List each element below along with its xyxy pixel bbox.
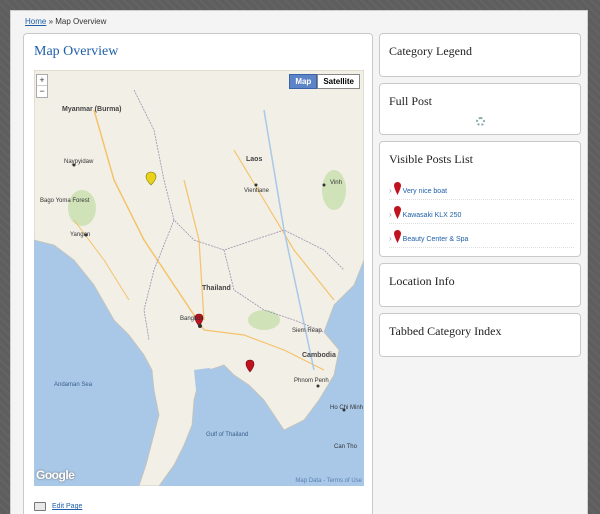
post-link[interactable]: Very nice boat <box>403 188 447 195</box>
loading-spinner-icon <box>476 117 485 126</box>
category-legend-panel: Category Legend <box>379 33 581 77</box>
list-item[interactable]: › Beauty Center & Spa <box>389 224 574 248</box>
location-info-title: Location Info <box>389 274 455 288</box>
breadcrumb-home-link[interactable]: Home <box>25 17 46 26</box>
map-pin-icon <box>393 230 401 243</box>
chevron-right-icon: › <box>389 210 392 219</box>
label-phnom-penh: Phnom Penh <box>294 378 329 384</box>
breadcrumb-current: Map Overview <box>55 17 107 26</box>
edit-page-icon <box>34 502 46 511</box>
label-vinh: Vinh <box>330 180 342 186</box>
page-title: Map Overview <box>34 44 119 59</box>
city-dot <box>316 384 320 388</box>
map-attribution-link[interactable]: Map Data - Terms of Use <box>295 478 362 484</box>
chevron-right-icon: › <box>389 234 392 243</box>
label-myanmar: Myanmar (Burma) <box>62 106 122 113</box>
tabbed-category-index-title: Tabbed Category Index <box>389 324 502 338</box>
label-siem-reap: Siem Reap <box>292 328 322 334</box>
post-link[interactable]: Kawasaki KLX 250 <box>403 212 462 219</box>
visible-posts-panel: Visible Posts List › Very nice boat › Ka… <box>379 141 581 257</box>
forest-area <box>322 170 346 210</box>
chevron-right-icon: › <box>389 186 392 195</box>
label-gulf-of-thailand: Gulf of Thailand <box>206 432 249 438</box>
full-post-panel: Full Post <box>379 83 581 135</box>
list-item[interactable]: › Very nice boat <box>389 176 574 200</box>
full-post-title: Full Post <box>389 94 433 108</box>
land-mass <box>34 70 364 486</box>
breadcrumb: Home » Map Overview <box>25 17 106 26</box>
visible-posts-list: › Very nice boat › Kawasaki KLX 250 › Be… <box>389 176 574 248</box>
page-container: Home » Map Overview Map Overview Myanmar… <box>10 10 588 514</box>
label-yangon: Yangon <box>70 232 91 238</box>
label-can-tho: Can Tho <box>334 444 357 450</box>
label-ho-chi-minh: Ho Chi Minh <box>330 405 364 411</box>
label-naypyidaw: Naypyidaw <box>64 159 94 165</box>
map-type-map-button[interactable]: Map <box>289 74 318 89</box>
map-type-satellite-button[interactable]: Satellite <box>317 74 360 89</box>
map-canvas[interactable]: Myanmar (Burma) Naypyidaw Bago Yoma Fore… <box>34 70 364 486</box>
edit-page-link[interactable]: Edit Page <box>52 503 82 510</box>
google-logo: Google <box>36 468 75 482</box>
tabbed-category-index-panel: Tabbed Category Index <box>379 313 581 357</box>
zoom-control: + − <box>36 74 48 98</box>
label-vientiane: Vientiane <box>244 188 269 194</box>
breadcrumb-separator: » <box>48 17 54 26</box>
post-link[interactable]: Beauty Center & Spa <box>403 236 469 243</box>
map-type-control: Map Satellite <box>289 74 360 89</box>
category-legend-title: Category Legend <box>389 44 472 58</box>
label-laos: Laos <box>246 156 263 163</box>
list-item[interactable]: › Kawasaki KLX 250 <box>389 200 574 224</box>
label-bago: Bago Yoma Forest <box>40 198 90 204</box>
zoom-in-button[interactable]: + <box>37 75 47 86</box>
zoom-out-button[interactable]: − <box>37 86 47 97</box>
location-info-panel: Location Info <box>379 263 581 307</box>
map-overview-panel: Map Overview Myanmar (Burma) Naypyidaw B… <box>23 33 373 514</box>
map-graphic <box>34 70 364 486</box>
forest-area <box>248 310 280 330</box>
gulf-shape <box>194 368 244 440</box>
label-cambodia: Cambodia <box>302 352 336 359</box>
map-pin-icon <box>393 206 401 219</box>
label-bangkok: Bangkok <box>180 316 204 322</box>
label-thailand: Thailand <box>202 285 231 292</box>
city-dot <box>322 183 326 187</box>
city-dot <box>198 324 202 328</box>
forest-area <box>68 190 96 226</box>
city-dot <box>254 183 258 187</box>
edit-page-row: Edit Page <box>34 502 82 511</box>
label-andaman-sea: Andaman Sea <box>54 382 93 388</box>
map-pin-icon <box>393 182 401 195</box>
visible-posts-title: Visible Posts List <box>389 152 473 166</box>
